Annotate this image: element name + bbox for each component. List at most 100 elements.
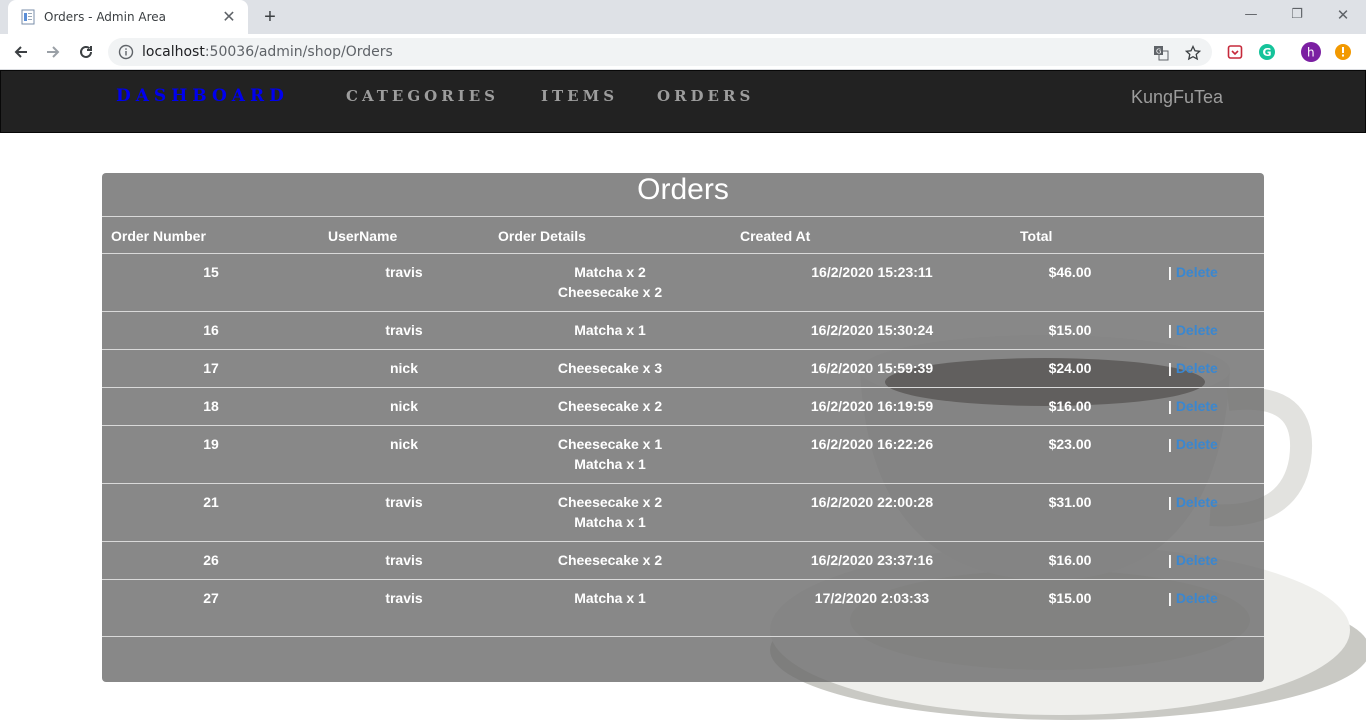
row-actions: | Delete [1168, 492, 1258, 512]
back-arrow-icon[interactable] [9, 40, 33, 64]
nav-dashboard-link[interactable]: Dashboard [116, 86, 289, 106]
row-divider [102, 349, 1264, 350]
order-number-cell: 16 [203, 322, 219, 338]
username-cell: travis [385, 264, 423, 280]
order-details-cell: Cheesecake x 2 Matcha x 1 [530, 492, 690, 532]
delete-link[interactable]: Delete [1176, 436, 1218, 452]
url-host: localhost [142, 44, 205, 60]
delete-link[interactable]: Delete [1176, 264, 1218, 280]
url-path: :50036/admin/shop/Orders [204, 44, 393, 60]
translate-icon[interactable]: G [1153, 44, 1169, 62]
delete-link[interactable]: Delete [1176, 590, 1218, 606]
order-detail-line: Matcha x 1 [574, 590, 646, 606]
username-cell: nick [389, 436, 418, 452]
order-detail-line: Cheesecake x 2 [557, 398, 663, 414]
created-at-cell: 16/2/2020 15:23:11 [811, 264, 933, 280]
header-total: Total [1020, 228, 1053, 244]
total-cell: $15.00 [1048, 322, 1092, 338]
action-separator: | [1168, 552, 1172, 568]
order-detail-line: Matcha x 1 [574, 322, 646, 338]
row-actions: | Delete [1168, 550, 1258, 570]
order-number-cell: 19 [203, 436, 219, 452]
total-cell: $31.00 [1048, 494, 1092, 510]
action-separator: | [1168, 436, 1172, 452]
username-cell: travis [385, 590, 423, 606]
header-username: UserName [328, 228, 398, 244]
action-separator: | [1168, 494, 1172, 510]
row-divider [102, 636, 1264, 637]
page-title: Orders [637, 173, 729, 206]
total-cell: $24.00 [1048, 360, 1092, 376]
close-tab-icon[interactable]: ✕ [220, 7, 238, 27]
brand-name[interactable]: KungFuTea [1131, 87, 1223, 108]
profile-avatar-icon[interactable]: h [1301, 42, 1321, 62]
row-actions: | Delete [1168, 358, 1258, 378]
order-detail-line: Cheesecake x 2 [557, 552, 663, 568]
bookmark-star-icon[interactable] [1185, 44, 1201, 62]
row-divider [102, 541, 1264, 542]
window-close-icon[interactable]: ✕ [1320, 4, 1366, 26]
order-details-cell: Cheesecake x 2 [530, 550, 690, 570]
delete-link[interactable]: Delete [1176, 552, 1218, 568]
address-bar[interactable]: localhost:50036/admin/shop/Orders G [108, 38, 1212, 66]
tab-title: Orders - Admin Area [44, 10, 166, 24]
created-at-cell: 16/2/2020 15:59:39 [810, 360, 934, 376]
order-details-cell: Matcha x 2 Cheesecake x 2 [530, 262, 690, 302]
order-number-cell: 15 [203, 264, 219, 280]
nav-items-link[interactable]: Items [541, 87, 618, 105]
pocket-icon[interactable] [1225, 42, 1245, 62]
delete-link[interactable]: Delete [1176, 322, 1218, 338]
username-cell: travis [385, 322, 423, 338]
row-actions: | Delete [1168, 588, 1258, 608]
order-detail-line: Cheesecake x 3 [557, 360, 663, 376]
order-details-cell: Matcha x 1 [530, 320, 690, 340]
order-detail-line: Cheesecake x 2 [557, 284, 663, 300]
order-details-cell: Cheesecake x 3 [530, 358, 690, 378]
delete-link[interactable]: Delete [1176, 360, 1218, 376]
created-at-cell: 16/2/2020 16:19:59 [810, 398, 934, 414]
nav-categories-link[interactable]: Categories [346, 87, 499, 105]
row-divider [102, 311, 1264, 312]
action-separator: | [1168, 264, 1172, 280]
browser-tab[interactable]: Orders - Admin Area ✕ [8, 0, 248, 34]
grammarly-icon[interactable]: G [1257, 42, 1277, 62]
created-at-cell: 16/2/2020 22:00:28 [810, 494, 934, 510]
created-at-cell: 16/2/2020 16:22:26 [810, 436, 934, 452]
order-details-cell: Cheesecake x 1 Matcha x 1 [530, 434, 690, 474]
header-order-details: Order Details [498, 228, 586, 244]
order-detail-line: Cheesecake x 1 [557, 436, 663, 452]
nav-orders-link[interactable]: Orders [657, 87, 754, 105]
row-actions: | Delete [1168, 434, 1258, 454]
order-details-cell: Matcha x 1 [530, 588, 690, 608]
username-cell: travis [385, 494, 423, 510]
svg-text:G: G [1263, 46, 1272, 59]
update-alert-icon[interactable] [1333, 42, 1353, 62]
order-detail-line: Matcha x 1 [574, 456, 646, 472]
delete-link[interactable]: Delete [1176, 494, 1218, 510]
total-cell: $23.00 [1048, 436, 1092, 452]
total-cell: $16.00 [1048, 398, 1092, 414]
info-icon[interactable] [118, 44, 134, 60]
action-separator: | [1168, 398, 1172, 414]
minimize-icon[interactable]: — [1228, 4, 1274, 26]
row-actions: | Delete [1168, 396, 1258, 416]
orders-panel: Orders Order Number UserName Order Detai… [102, 173, 1264, 682]
delete-link[interactable]: Delete [1176, 398, 1218, 414]
restore-icon[interactable]: ❐ [1274, 4, 1320, 26]
total-cell: $46.00 [1048, 264, 1092, 280]
username-cell: travis [385, 552, 423, 568]
row-actions: | Delete [1168, 320, 1258, 340]
forward-arrow-icon[interactable] [41, 40, 65, 64]
username-cell: nick [389, 398, 418, 414]
svg-text:h: h [1307, 46, 1315, 60]
order-detail-line: Matcha x 2 [574, 264, 646, 280]
total-cell: $15.00 [1048, 590, 1092, 606]
svg-text:G: G [1156, 48, 1161, 56]
username-cell: nick [389, 360, 418, 376]
reload-icon[interactable] [74, 40, 98, 64]
new-tab-button[interactable]: + [258, 6, 282, 28]
order-number-cell: 21 [203, 494, 219, 510]
action-separator: | [1168, 590, 1172, 606]
header-created-at: Created At [740, 228, 811, 244]
header-order-number: Order Number [111, 228, 206, 244]
